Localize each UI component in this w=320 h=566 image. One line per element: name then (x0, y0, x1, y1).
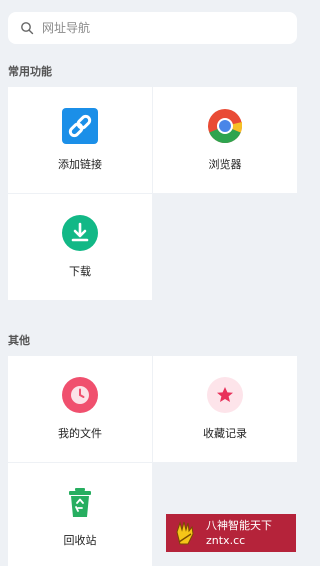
watermark-line2: zntx.cc (206, 534, 246, 547)
common-functions-grid: 添加链接 浏览器 下载 (8, 87, 297, 300)
clock-icon (62, 377, 98, 413)
favorites-button[interactable]: 收藏记录 (153, 356, 297, 462)
download-label: 下载 (69, 265, 91, 278)
section-title-common: 常用功能 (8, 65, 52, 78)
my-files-label: 我的文件 (58, 427, 102, 440)
search-bar[interactable] (8, 12, 297, 44)
star-icon (207, 377, 243, 413)
section-title-other: 其他 (8, 334, 30, 347)
download-icon (62, 215, 98, 251)
chrome-icon (207, 108, 243, 144)
browser-button[interactable]: 浏览器 (153, 87, 297, 193)
watermark: 八神智能天下 zntx.cc (166, 514, 296, 552)
search-icon (21, 22, 34, 35)
link-icon (62, 108, 98, 144)
recycle-bin-icon (62, 484, 98, 520)
my-files-button[interactable]: 我的文件 (8, 356, 152, 462)
recycle-bin-label: 回收站 (63, 534, 97, 547)
add-link-button[interactable]: 添加链接 (8, 87, 152, 193)
browser-label: 浏览器 (208, 158, 242, 171)
download-button[interactable]: 下载 (8, 194, 152, 300)
recycle-bin-button[interactable]: 回收站 (8, 463, 152, 566)
add-link-label: 添加链接 (58, 158, 102, 171)
search-input[interactable] (42, 21, 272, 35)
watermark-line1: 八神智能天下 (206, 519, 272, 532)
favorites-label: 收藏记录 (203, 427, 247, 440)
hand-logo-icon (166, 514, 206, 552)
